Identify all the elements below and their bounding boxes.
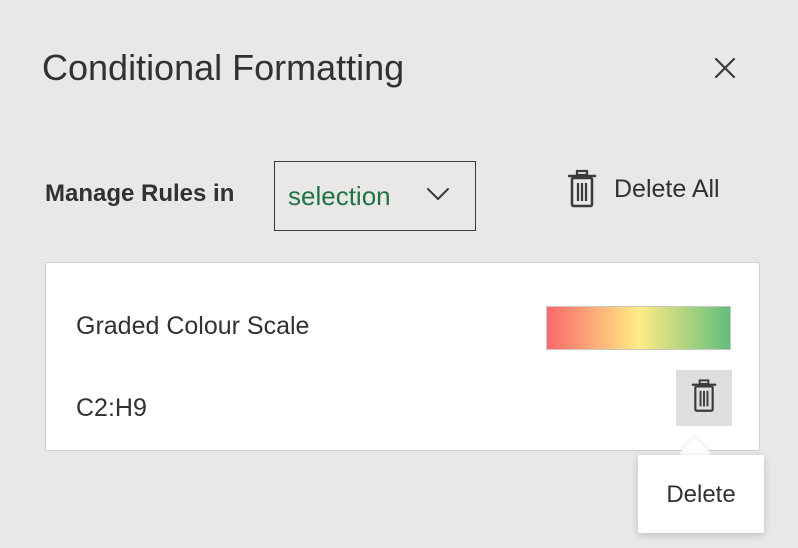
rule-range: C2:H9 xyxy=(76,394,147,422)
delete-all-label: Delete All xyxy=(614,174,720,203)
scope-selected-value: selection xyxy=(288,180,391,211)
rule-name: Graded Colour Scale xyxy=(76,312,310,340)
trash-icon xyxy=(691,378,717,419)
close-button[interactable] xyxy=(704,52,746,88)
delete-rule-button[interactable] xyxy=(676,370,732,426)
manage-rules-scope-dropdown[interactable]: selection xyxy=(274,161,476,231)
conditional-formatting-pane: Conditional Formatting Manage Rules in s… xyxy=(0,0,798,548)
close-icon xyxy=(713,56,737,85)
pane-title: Conditional Formatting xyxy=(42,47,405,88)
color-scale-preview xyxy=(546,306,731,350)
delete-tooltip: Delete xyxy=(638,455,764,533)
tooltip-text: Delete xyxy=(666,481,736,508)
chevron-down-icon xyxy=(425,184,451,204)
delete-all-button[interactable]: Delete All xyxy=(566,166,720,212)
rule-card[interactable]: Graded Colour Scale C2:H9 xyxy=(45,262,760,451)
manage-rules-label: Manage Rules in xyxy=(45,180,235,207)
trash-icon xyxy=(566,168,598,210)
